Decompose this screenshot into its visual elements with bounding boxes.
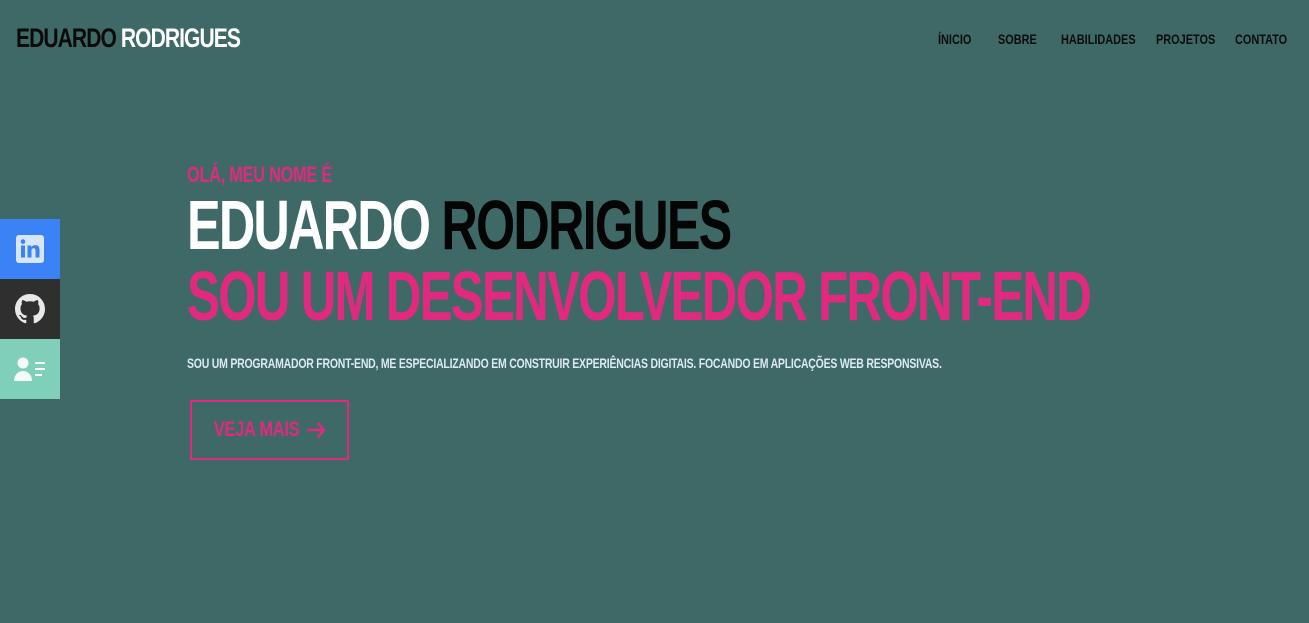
github-button[interactable]	[0, 279, 60, 339]
linkedin-button[interactable]	[0, 219, 60, 279]
hero-name: EDUARDO RODRIGUES	[187, 190, 732, 260]
hero-role: SOU UM DESENVOLVEDOR FRONT-END	[187, 257, 1092, 335]
hero-last-name: RODRIGUES	[441, 186, 732, 264]
github-icon	[15, 294, 45, 324]
resume-button[interactable]	[0, 339, 60, 399]
linkedin-icon	[16, 235, 44, 263]
hero-description: SOU UM PROGRAMADOR FRONT-END, ME ESPECIA…	[187, 355, 942, 371]
arrow-right-icon	[306, 422, 326, 438]
nav-link-projetos[interactable]: PROJETOS	[1156, 30, 1215, 48]
see-more-label: VEJA MAIS	[213, 418, 300, 441]
social-sidebar	[0, 219, 60, 399]
main-nav: ÍNICIO SOBRE HABILIDADES PROJETOS CONTAT…	[0, 30, 1309, 48]
hero-greeting: OLÁ, MEU NOME É	[187, 162, 333, 187]
nav-link-habilidades[interactable]: HABILIDADES	[1061, 30, 1136, 48]
resume-icon	[14, 357, 45, 381]
hero-first-name: EDUARDO	[187, 186, 431, 264]
see-more-button[interactable]: VEJA MAIS	[190, 400, 349, 460]
nav-link-contato[interactable]: CONTATO	[1235, 30, 1287, 48]
nav-link-inicio[interactable]: ÍNICIO	[938, 30, 971, 48]
nav-link-sobre[interactable]: SOBRE	[998, 30, 1037, 48]
see-more-content: VEJA MAIS	[213, 418, 325, 442]
